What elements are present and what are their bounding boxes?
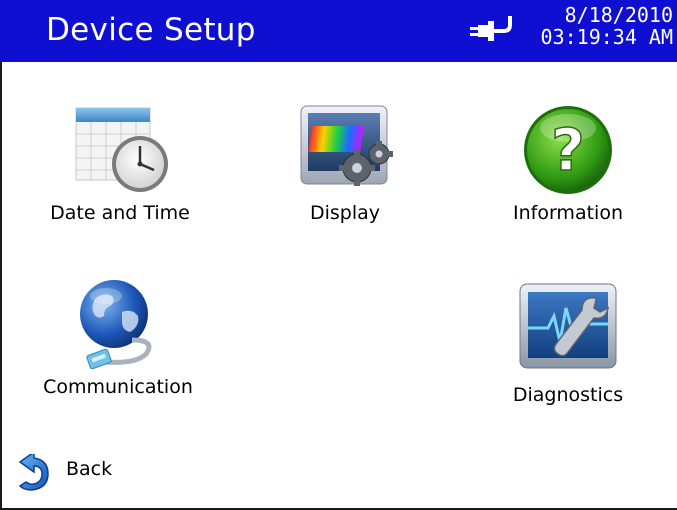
current-time: 03:19:34 AM — [540, 25, 673, 49]
screen-frame — [0, 0, 677, 510]
date-time-display: 8/18/2010 03:19:34 AM — [541, 4, 673, 48]
date-and-time-button[interactable]: Date and Time — [30, 104, 210, 224]
current-date: 8/18/2010 — [564, 3, 673, 27]
communication-label: Communication — [43, 376, 193, 398]
title-bar: Device Setup 8/18/2010 03:19:34 AM — [0, 0, 677, 62]
network-globe-icon — [80, 280, 152, 370]
back-arrow-icon — [18, 454, 49, 491]
help-question-icon: ? — [524, 106, 612, 194]
date-and-time-label: Date and Time — [50, 202, 190, 224]
diagnostics-monitor-icon — [519, 283, 617, 369]
display-label: Display — [309, 202, 381, 224]
back-label: Back — [66, 458, 113, 480]
diagnostics-button[interactable]: Diagnostics — [478, 278, 658, 406]
page-title: Device Setup — [46, 12, 256, 48]
communication-button[interactable]: Communication — [28, 278, 208, 398]
display-settings-icon — [300, 105, 393, 186]
calendar-clock-icon — [75, 107, 168, 192]
information-button[interactable]: ? Information — [478, 104, 658, 224]
information-label: Information — [513, 202, 623, 224]
power-plug-icon — [470, 16, 512, 41]
svg-text:?: ? — [551, 116, 585, 184]
diagnostics-label: Diagnostics — [512, 384, 624, 406]
display-button[interactable]: Display — [255, 104, 435, 224]
